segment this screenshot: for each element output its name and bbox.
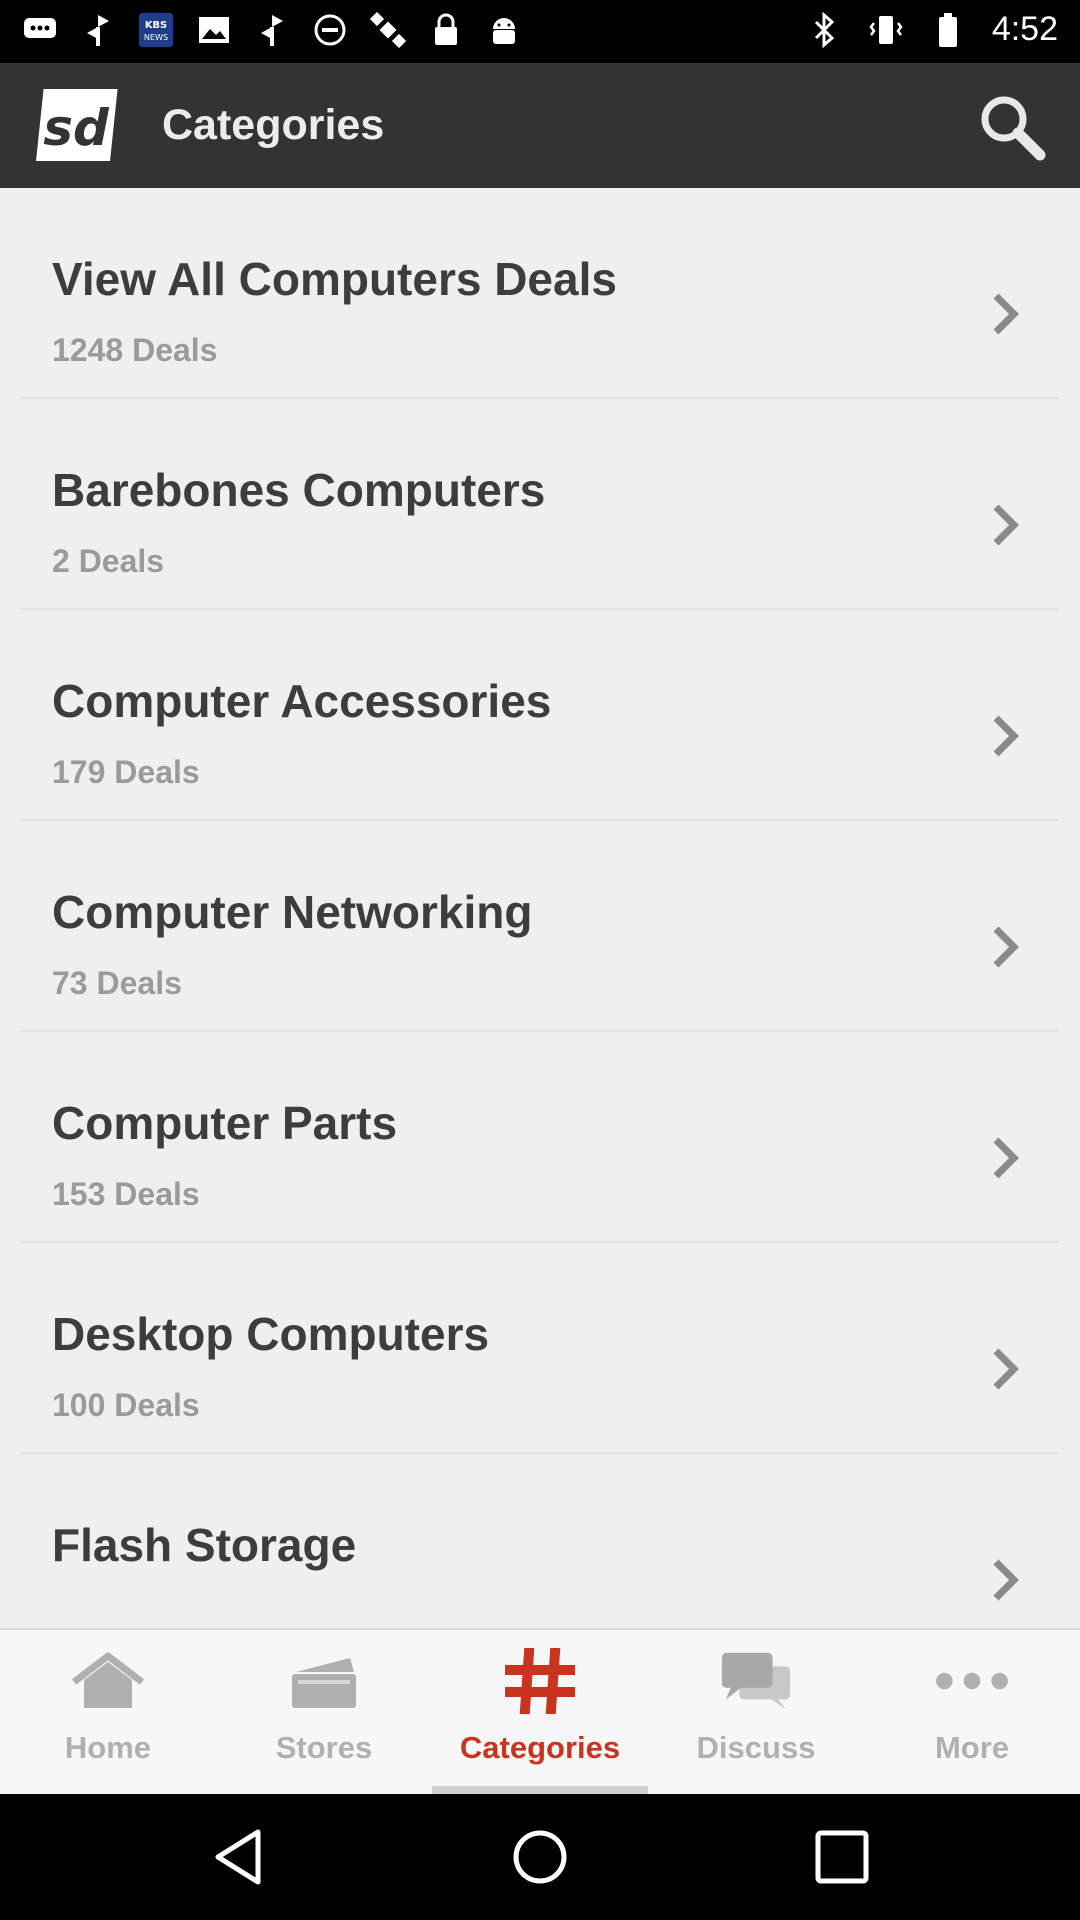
category-deal-count: 2 Deals (52, 543, 165, 579)
bluetooth-icon (806, 11, 842, 48)
pinwheel-icon (254, 12, 290, 48)
list-item[interactable]: Desktop Computers 100 Deals (20, 1243, 1058, 1454)
list-item[interactable]: Barebones Computers 2 Deals (20, 399, 1058, 610)
chevron-right-icon (993, 1559, 1019, 1601)
back-icon[interactable] (206, 1824, 272, 1890)
category-title: Computer Networking (52, 886, 533, 938)
category-title: Flash Storage (52, 1519, 357, 1571)
app-bar: sd Categories (0, 63, 1080, 188)
system-nav-bar (0, 1794, 1080, 1920)
search-icon (981, 96, 1046, 161)
do-not-disturb-icon (312, 12, 348, 48)
home-circle-icon[interactable] (507, 1824, 573, 1890)
pinwheel-icon (80, 12, 116, 48)
list-item[interactable]: Computer Accessories 179 Deals (20, 610, 1058, 821)
list-item[interactable]: View All Computers Deals 1248 Deals (20, 188, 1058, 399)
tab-label: More (934, 1730, 1010, 1765)
list-item[interactable]: Computer Networking 73 Deals (20, 821, 1058, 1032)
search-button[interactable] (974, 89, 1050, 165)
category-deal-count: 100 Deals (52, 1387, 200, 1423)
svg-text:KBS: KBS (145, 20, 167, 31)
tab-stores[interactable]: Stores (216, 1630, 432, 1794)
status-bar: KBS NEWS 4:52 (0, 0, 1080, 63)
vibrate-icon (868, 12, 904, 48)
category-title: Barebones Computers (52, 464, 546, 516)
stores-icon (286, 1648, 362, 1714)
chevron-right-icon (993, 1348, 1019, 1390)
category-title: View All Computers Deals (52, 253, 617, 305)
chevron-right-icon (993, 715, 1019, 757)
more-dots-icon (934, 1648, 1010, 1714)
category-deal-count: 73 Deals (52, 965, 182, 1001)
tab-label: Categories (459, 1730, 621, 1765)
svg-text:NEWS: NEWS (144, 32, 168, 42)
home-icon (70, 1648, 146, 1714)
battery-icon (930, 12, 966, 48)
lock-icon (428, 12, 464, 48)
category-list: View All Computers Deals 1248 Deals Bare… (0, 188, 1080, 1628)
notification-icons: KBS NEWS (22, 12, 522, 48)
logo-text: sd (43, 99, 110, 157)
tab-discuss[interactable]: Discuss (648, 1630, 864, 1794)
chat-icon (22, 12, 58, 48)
tab-label: Discuss (696, 1730, 816, 1765)
list-item[interactable]: Computer Parts 153 Deals (20, 1032, 1058, 1243)
tab-label: Home (64, 1730, 152, 1765)
tab-label: Stores (275, 1730, 373, 1765)
category-title: Computer Accessories (52, 675, 552, 727)
recent-apps-icon[interactable] (809, 1824, 875, 1890)
category-title: Desktop Computers (52, 1308, 490, 1360)
tab-home[interactable]: Home (0, 1630, 216, 1794)
image-icon (196, 12, 232, 48)
category-deal-count: 179 Deals (52, 754, 200, 790)
tab-categories[interactable]: Categories (432, 1630, 648, 1794)
category-deal-count: 1248 Deals (52, 332, 218, 368)
chevron-right-icon (993, 293, 1019, 335)
chevron-right-icon (993, 1137, 1019, 1179)
active-tab-indicator (432, 1786, 648, 1794)
chat-bubbles-icon (718, 1648, 794, 1714)
list-item[interactable]: Flash Storage (20, 1454, 1058, 1628)
kbs-news-icon: KBS NEWS (138, 12, 174, 48)
chevron-right-icon (993, 504, 1019, 546)
bottom-nav: Home Stores Categories Discuss More (0, 1628, 1080, 1794)
satellite-icon (370, 12, 406, 48)
category-deal-count: 153 Deals (52, 1176, 200, 1212)
system-status-icons: 4:52 (806, 10, 1058, 49)
category-title: Computer Parts (52, 1097, 398, 1149)
android-icon (486, 12, 522, 48)
app-logo[interactable]: sd (32, 85, 118, 165)
page-title: Categories (162, 101, 385, 149)
chevron-right-icon (993, 926, 1019, 968)
tab-more[interactable]: More (864, 1630, 1080, 1794)
status-time: 4:52 (991, 10, 1058, 48)
hashtag-icon (502, 1648, 578, 1714)
